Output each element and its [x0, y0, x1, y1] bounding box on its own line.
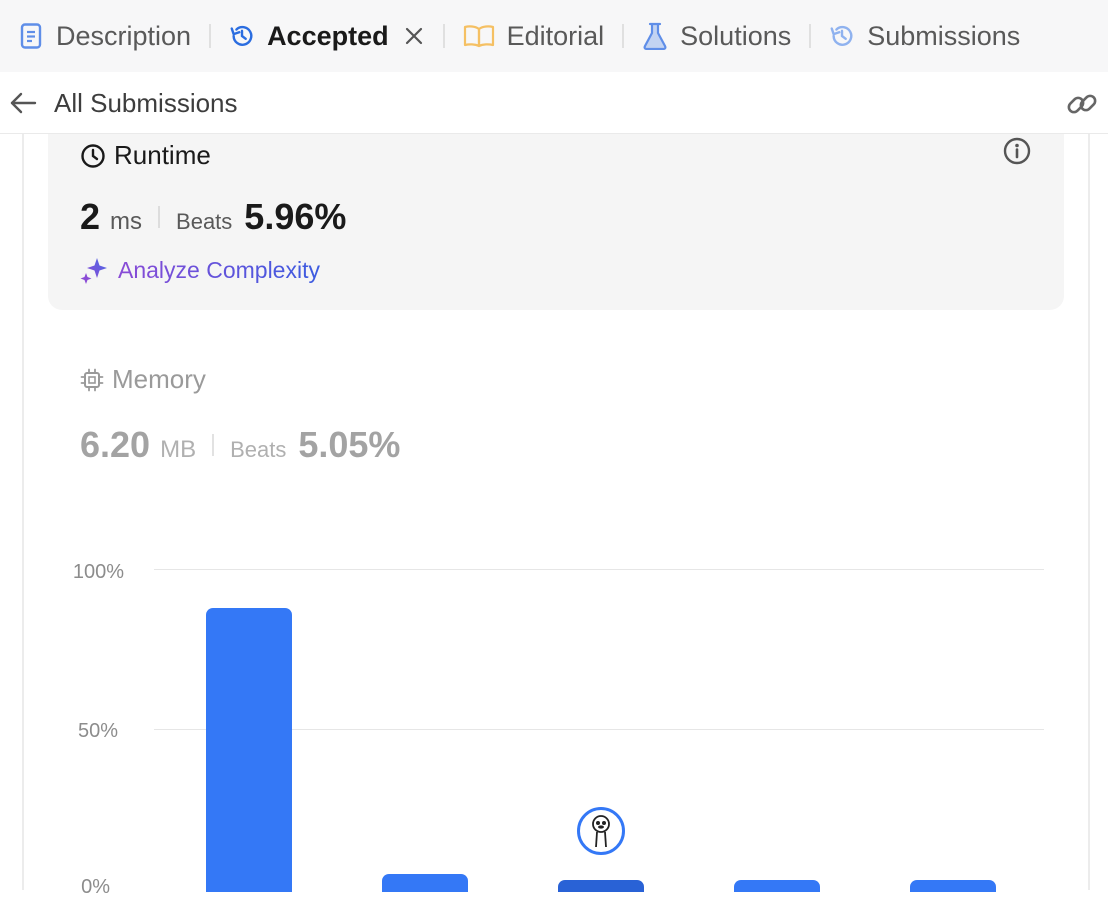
back-arrow-icon[interactable] — [8, 88, 38, 118]
runtime-title-label: Runtime — [114, 140, 211, 170]
memory-value: 6.20 — [80, 424, 151, 465]
distribution-bar[interactable] — [910, 880, 996, 892]
submission-header: All Submissions — [0, 72, 1108, 134]
tab-editorial[interactable]: Editorial — [463, 0, 605, 72]
distribution-bar[interactable] — [206, 608, 292, 892]
chip-icon — [80, 368, 104, 392]
user-avatar-marker — [577, 807, 625, 855]
runtime-stats: 2 ms Beats 5.96% — [80, 196, 346, 238]
memory-unit: MB — [160, 436, 197, 463]
y-tick-label: 50% — [77, 720, 118, 742]
document-icon — [18, 23, 44, 49]
flask-icon — [642, 22, 668, 50]
runtime-unit: ms — [110, 208, 143, 235]
distribution-bar[interactable] — [382, 874, 468, 892]
distribution-bar[interactable] — [734, 880, 820, 892]
tab-submissions[interactable]: Submissions — [829, 0, 1020, 72]
analyze-complexity-label: Analyze Complexity — [118, 256, 320, 283]
tab-solutions[interactable]: Solutions — [642, 0, 791, 72]
memory-title-label: Memory — [112, 364, 206, 394]
history-icon — [829, 23, 855, 49]
runtime-card[interactable]: Runtime 2 ms Beats 5.96% Analyze Complex… — [48, 134, 1064, 310]
tab-label: Accepted — [267, 20, 389, 51]
tab-label: Solutions — [680, 20, 792, 51]
info-icon[interactable] — [1002, 136, 1032, 166]
y-tick-label: 100% — [72, 561, 124, 583]
tab-description[interactable]: Description — [18, 0, 191, 72]
runtime-distribution-chart: 100% 50% 0% — [0, 540, 1108, 898]
runtime-beats-percent: 5.96% — [244, 196, 347, 237]
book-icon — [463, 23, 495, 49]
stat-divider — [212, 434, 215, 456]
tab-label: Description — [56, 20, 192, 51]
y-tick-label: 0% — [81, 876, 110, 898]
distribution-bar[interactable] — [558, 880, 644, 892]
gridline — [154, 569, 1044, 570]
tab-divider — [209, 24, 212, 48]
tab-divider — [622, 24, 625, 48]
stat-divider — [158, 206, 161, 228]
analyze-complexity-button[interactable]: Analyze Complexity — [80, 256, 320, 284]
tab-label: Editorial — [506, 20, 605, 51]
sparkle-icon — [80, 256, 108, 284]
clock-icon — [80, 143, 106, 169]
close-icon[interactable] — [403, 25, 425, 47]
memory-beats-label: Beats — [230, 437, 287, 462]
problem-tab-bar: Description Accepted Editorial Solutions… — [0, 0, 1108, 72]
memory-title: Memory — [80, 364, 206, 395]
tab-divider — [442, 24, 445, 48]
runtime-value: 2 — [80, 196, 101, 237]
memory-stats: 6.20 MB Beats 5.05% — [80, 424, 400, 466]
tab-accepted[interactable]: Accepted — [229, 0, 425, 72]
runtime-title: Runtime — [80, 140, 211, 171]
all-submissions-title[interactable]: All Submissions — [54, 88, 238, 119]
memory-beats-percent: 5.05% — [298, 424, 401, 465]
link-icon[interactable] — [1064, 86, 1100, 122]
history-icon — [229, 23, 255, 49]
tab-label: Submissions — [867, 20, 1021, 51]
runtime-beats-label: Beats — [176, 209, 233, 234]
memory-card[interactable]: Memory 6.20 MB Beats 5.05% — [80, 360, 980, 480]
tab-divider — [809, 24, 812, 48]
